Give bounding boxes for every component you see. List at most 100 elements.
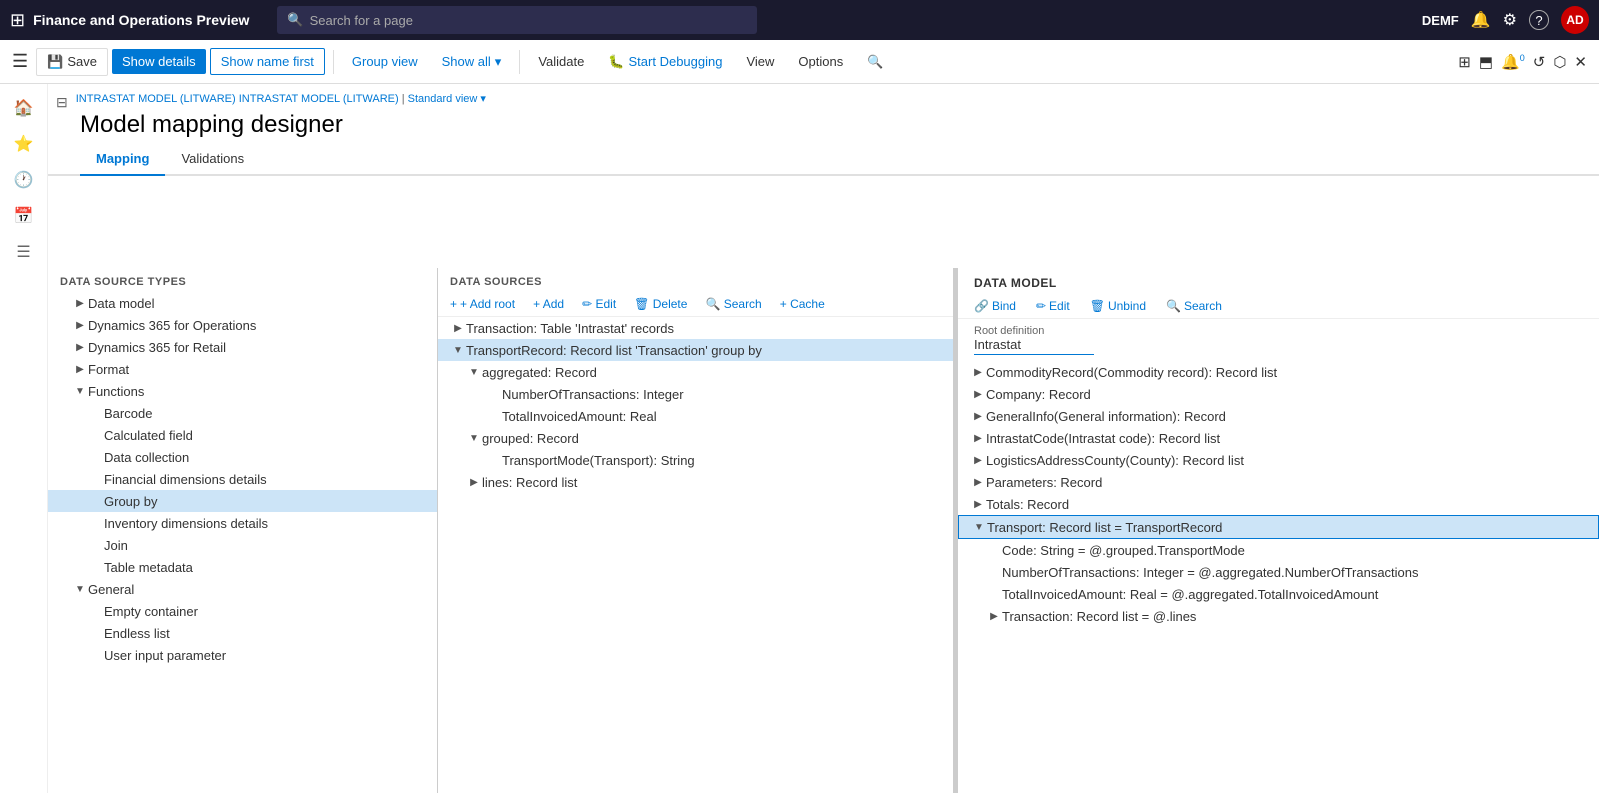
data-sources-tree: ▶ Transaction: Table 'Intrastat' records… [438,317,957,793]
sep1 [333,50,334,74]
refresh-icon[interactable]: ↺ [1533,53,1546,71]
help-icon[interactable]: ? [1529,10,1549,30]
left-sidebar: 🏠 ⭐ 🕐 📅 ☰ [0,84,48,268]
page-title: Model mapping designer [48,111,1599,139]
ds-tree-lines[interactable]: ▶ lines: Record list [438,471,957,493]
no-expand-icon [88,449,104,465]
filter-icon[interactable]: ⊟ [48,94,76,111]
hamburger-icon[interactable]: ☰ [12,51,28,72]
cmd-search-button[interactable]: 🔍 [857,49,893,75]
tree-item-user-input[interactable]: User input parameter [48,644,437,666]
avatar[interactable]: AD [1561,6,1589,34]
tree-item-inventory-dim[interactable]: Inventory dimensions details [48,512,437,534]
badge-0-icon[interactable]: 🔔0 [1501,53,1525,71]
ds-tree-transaction[interactable]: ▶ Transaction: Table 'Intrastat' records [438,317,957,339]
search-datasource-button[interactable]: 🔍 Search [697,294,769,314]
tree-item-data-model[interactable]: ▶ Data model [48,292,437,314]
unbind-button[interactable]: 🗑 Unbind [1082,296,1154,316]
tree-item-calculated-field[interactable]: Calculated field [48,424,437,446]
tab-validations[interactable]: Validations [165,143,260,176]
dm-tree-intrastat-code[interactable]: ▶ IntrastatCode(Intrastat code): Record … [958,427,1599,449]
ds-tree-grouped[interactable]: ▼ grouped: Record [438,427,957,449]
data-sources-toolbar: + + Add root + Add ✏ Edit 🗑 Delete 🔍 Sea… [438,292,957,317]
cmd-search-icon: 🔍 [867,54,883,70]
dm-tree-transport[interactable]: ▼ Transport: Record list = TransportReco… [958,515,1599,539]
dm-tree-num-trans[interactable]: NumberOfTransactions: Integer = @.aggreg… [958,561,1599,583]
dm-tree-parameters[interactable]: ▶ Parameters: Record [958,471,1599,493]
tree-item-data-collection[interactable]: Data collection [48,446,437,468]
dm-tree-code[interactable]: Code: String = @.grouped.TransportMode [958,539,1599,561]
start-debugging-button[interactable]: 🐛 Start Debugging [598,49,732,75]
show-details-button[interactable]: Show details [112,49,206,74]
search-placeholder: Search for a page [310,13,413,28]
ds-tree-aggregated[interactable]: ▼ aggregated: Record [438,361,957,383]
tree-item-functions[interactable]: ▼ Functions [48,380,437,402]
no-expand-icon [88,625,104,641]
ds-tree-transport-mode[interactable]: TransportMode(Transport): String [438,449,957,471]
ds-tree-transport-record[interactable]: ▼ TransportRecord: Record list 'Transact… [438,339,957,361]
open-icon[interactable]: ⬡ [1553,53,1566,71]
view-button[interactable]: View [736,49,784,74]
bind-button[interactable]: 🔗 Bind [966,296,1024,316]
tree-item-dynamics-ops[interactable]: ▶ Dynamics 365 for Operations [48,314,437,336]
tree-item-join[interactable]: Join [48,534,437,556]
dm-tree-logistics-county[interactable]: ▶ LogisticsAddressCounty(County): Record… [958,449,1599,471]
dm-tree-commodity[interactable]: ▶ CommodityRecord(Commodity record): Rec… [958,361,1599,383]
view-dropdown-icon[interactable]: ▾ [480,93,486,105]
validate-button[interactable]: Validate [528,49,594,74]
add-button[interactable]: + Add [525,294,572,314]
home-icon[interactable]: 🏠 [8,92,40,124]
ds-tree-total-invoiced[interactable]: TotalInvoicedAmount: Real [438,405,957,427]
delete-button[interactable]: 🗑 Delete [626,294,695,314]
resize-handle[interactable] [953,268,957,793]
dm-tree-general-info[interactable]: ▶ GeneralInfo(General information): Reco… [958,405,1599,427]
close-icon[interactable]: ✕ [1574,53,1587,71]
expand-icon: ▶ [986,608,1002,624]
tree-item-endless-list[interactable]: Endless list [48,622,437,644]
grid-icon[interactable]: ⊞ [10,10,25,31]
breadcrumb-filter-area: 🏠 ⭐ 🕐 📅 ☰ ⊟ INTRASTAT MODEL (LITWARE) IN… [0,84,1599,268]
search-icon: 🔍 [287,12,303,28]
dm-tree-total-inv[interactable]: TotalInvoicedAmount: Real = @.aggregated… [958,583,1599,605]
gear-icon[interactable]: ⚙ [1503,10,1517,30]
expand-icon: ▶ [970,496,986,512]
tree-item-dynamics-retail[interactable]: ▶ Dynamics 365 for Retail [48,336,437,358]
show-all-chevron-icon: ▾ [495,54,502,70]
dm-search-button[interactable]: 🔍 Search [1158,296,1230,316]
cache-button[interactable]: + Cache [772,294,833,314]
expand-icon: ▶ [970,474,986,490]
dm-tree-totals[interactable]: ▶ Totals: Record [958,493,1599,515]
list-icon[interactable]: ☰ [10,236,36,268]
left-sidebar-main [0,268,48,793]
tree-item-financial-dim[interactable]: Financial dimensions details [48,468,437,490]
grid2-icon[interactable]: ⊞ [1458,53,1471,71]
tree-item-format[interactable]: ▶ Format [48,358,437,380]
star-icon[interactable]: ⭐ [8,128,40,160]
data-sources-title: DATA SOURCES [438,268,957,292]
edit-button[interactable]: ✏ Edit [574,294,624,314]
options-button[interactable]: Options [788,49,853,74]
tree-item-empty-container[interactable]: Empty container [48,600,437,622]
tree-item-general[interactable]: ▼ General [48,578,437,600]
ds-tree-num-transactions[interactable]: NumberOfTransactions: Integer [438,383,957,405]
clock-icon[interactable]: 🕐 [8,164,40,196]
dm-edit-button[interactable]: ✏ Edit [1028,296,1078,316]
show-all-button[interactable]: Show all ▾ [432,49,512,75]
tree-item-table-meta[interactable]: Table metadata [48,556,437,578]
top-search-bar[interactable]: 🔍 Search for a page [277,6,757,34]
save-button[interactable]: 💾 Save [36,48,108,76]
calendar-icon[interactable]: 📅 [8,200,40,232]
add-root-button[interactable]: + + Add root [442,294,523,314]
tab-mapping[interactable]: Mapping [80,143,165,176]
tree-item-barcode[interactable]: Barcode [48,402,437,424]
sidebar-toggle-icon[interactable]: ⬒ [1479,53,1493,71]
dm-tree-transaction[interactable]: ▶ Transaction: Record list = @.lines [958,605,1599,627]
group-view-button[interactable]: Group view [342,49,428,74]
bell-icon[interactable]: 🔔 [1471,10,1491,30]
no-expand-icon [88,537,104,553]
expand-icon: ▶ [72,361,88,377]
dm-tree-company[interactable]: ▶ Company: Record [958,383,1599,405]
tree-item-group-by[interactable]: Group by [48,490,437,512]
no-expand-icon [88,647,104,663]
show-name-first-button[interactable]: Show name first [210,48,325,75]
